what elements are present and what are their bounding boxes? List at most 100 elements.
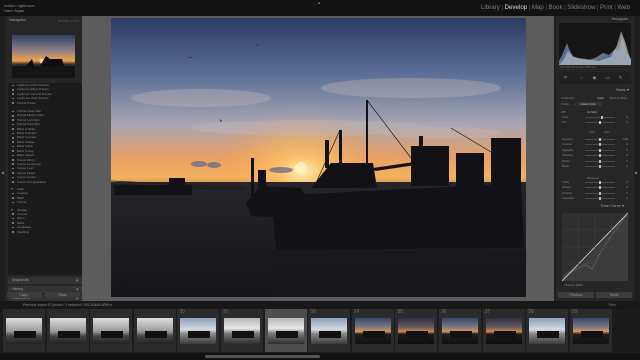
slider-thumb[interactable] [599, 197, 601, 200]
filmstrip-thumbnail[interactable] [267, 318, 304, 344]
slider-value[interactable]: 0 [627, 197, 628, 200]
slider-thumb[interactable] [599, 181, 601, 184]
filmstrip-cell[interactable]: 34 [351, 309, 394, 352]
module-slideshow[interactable]: Slideshow [567, 4, 595, 11]
filmstrip-cell[interactable]: 32 [264, 309, 307, 352]
filmstrip-thumbnail[interactable] [180, 318, 217, 344]
red-eye-icon[interactable]: ◉ [592, 75, 597, 80]
filmstrip-cell[interactable]: 38 [526, 309, 569, 352]
module-web[interactable]: Web [617, 4, 630, 11]
preset-item[interactable]: Sunset Film Emulation [12, 180, 82, 184]
filmstrip-cell[interactable]: 33 [308, 309, 351, 352]
filmstrip-thumbnail[interactable] [224, 318, 260, 344]
paste-settings-button[interactable]: Paste [45, 292, 80, 298]
slider-value[interactable]: 0.00 [623, 138, 628, 141]
slider-temp[interactable] [585, 116, 615, 119]
treatment-bw-option[interactable]: Black & White [610, 96, 627, 100]
filmstrip-source-info[interactable]: Previous Import 37 photos / 1 selected /… [23, 301, 112, 309]
filmstrip-thumbnail[interactable] [6, 318, 42, 344]
filmstrip-cell[interactable] [90, 309, 133, 352]
filmstrip-cell[interactable] [3, 309, 45, 352]
collapse-top-arrow-icon[interactable]: ▲ [317, 0, 321, 5]
slider-thumb[interactable] [599, 143, 601, 146]
filmstrip-filter[interactable]: Filter : [609, 301, 618, 309]
image-canvas[interactable] [82, 16, 554, 301]
copy-settings-button[interactable]: Copy... [7, 292, 42, 298]
slider-dehaze[interactable] [585, 186, 615, 189]
filmstrip-thumbnail[interactable] [311, 318, 348, 344]
slider-thumb[interactable] [599, 149, 601, 152]
filmstrip-thumbnail[interactable] [485, 318, 522, 344]
filmstrip-cell[interactable]: 31 [221, 309, 263, 352]
basic-panel-header[interactable]: Basic ▾ [556, 86, 634, 93]
slider-clarity[interactable] [585, 181, 615, 184]
slider-whites[interactable] [585, 160, 615, 163]
slider-thumb[interactable] [599, 165, 601, 168]
tone-curve-graph[interactable] [562, 213, 628, 281]
filmstrip-cell[interactable]: 39 [569, 309, 612, 352]
preset-item[interactable]: Portrait [12, 200, 82, 204]
slider-value[interactable]: 0 [627, 181, 628, 184]
navigator-zoom-modes[interactable]: FIT FILL 1:1 3:1 [58, 18, 79, 24]
crop-icon[interactable]: ⌗ [563, 75, 568, 80]
slider-vibrance[interactable] [585, 192, 615, 195]
module-map[interactable]: Map [532, 4, 544, 11]
slider-highlights[interactable] [585, 149, 615, 152]
slider-value[interactable]: 0 [627, 154, 628, 157]
filmstrip-cell[interactable]: 30 [177, 309, 220, 352]
slider-tint[interactable] [585, 121, 615, 124]
main-photo[interactable] [111, 18, 526, 297]
filmstrip-cell[interactable]: 37 [482, 309, 525, 352]
filmstrip-thumbnail[interactable] [398, 318, 435, 344]
filmstrip-thumbnail[interactable] [529, 318, 566, 344]
navigator-preview[interactable] [12, 35, 75, 78]
collapse-right-arrow-icon[interactable]: ▶ [635, 170, 638, 175]
slider-value[interactable]: 0 [627, 165, 628, 168]
tone-auto-button[interactable]: Auto [604, 130, 610, 134]
navigator-header[interactable]: Navigator FIT FILL 1:1 3:1 [5, 17, 82, 23]
graduated-filter-icon[interactable]: ▭ [605, 75, 610, 80]
slider-value[interactable]: 0 [627, 186, 628, 189]
slider-saturation[interactable] [585, 197, 615, 200]
slider-value[interactable]: 0 [627, 192, 628, 195]
slider-thumb[interactable] [599, 160, 601, 163]
filmstrip-thumbnail[interactable] [442, 318, 478, 344]
module-print[interactable]: Print [600, 4, 613, 11]
slider-thumb[interactable] [599, 186, 601, 189]
slider-thumb[interactable] [599, 154, 601, 157]
filmstrip-thumbnail[interactable] [93, 318, 130, 344]
slider-thumb[interactable] [600, 116, 603, 119]
spot-removal-icon[interactable]: ○ [579, 75, 584, 80]
slider-value[interactable]: 0 [627, 143, 628, 146]
snapshots-header[interactable]: Snapshots ◀ [8, 277, 82, 284]
filmstrip-scroll-thumb[interactable] [205, 355, 320, 358]
histogram-chart[interactable] [559, 23, 631, 65]
filmstrip-thumbnail[interactable] [136, 318, 173, 344]
filmstrip-cell[interactable]: 36 [439, 309, 481, 352]
slider-blacks[interactable] [585, 165, 615, 168]
preset-item[interactable]: Portrait Preset [12, 101, 82, 105]
collapse-left-arrow-icon[interactable]: ◀ [1, 170, 4, 175]
filmstrip-cell[interactable] [46, 309, 89, 352]
slider-shadows[interactable] [585, 154, 615, 157]
filmstrip-cell[interactable]: 35 [395, 309, 438, 352]
module-library[interactable]: Library [481, 4, 500, 11]
filmstrip-thumbnail[interactable] [49, 318, 86, 344]
adjustment-brush-icon[interactable]: ✎ [618, 75, 623, 80]
filmstrip-thumbnail[interactable] [572, 318, 609, 344]
filmstrip-thumbnail[interactable] [354, 318, 391, 344]
slider-thumb[interactable] [599, 192, 601, 195]
module-develop[interactable]: Develop [505, 4, 528, 11]
slider-contrast[interactable] [585, 143, 615, 146]
slider-value[interactable]: 0 [627, 116, 628, 119]
treatment-color-option[interactable]: Color [597, 96, 604, 100]
slider-value[interactable]: 0 [627, 121, 628, 124]
slider-value[interactable]: 0 [627, 160, 628, 163]
wb-select[interactable]: As Shot [587, 110, 597, 114]
slider-exposure[interactable] [585, 138, 615, 141]
previous-button[interactable]: Previous [558, 292, 594, 298]
tone-curve-header[interactable]: Tone Curve ▾ [556, 202, 634, 209]
slider-value[interactable]: 0 [627, 149, 628, 152]
module-book[interactable]: Book [548, 4, 562, 11]
filmstrip-scrollbar[interactable] [0, 353, 640, 360]
